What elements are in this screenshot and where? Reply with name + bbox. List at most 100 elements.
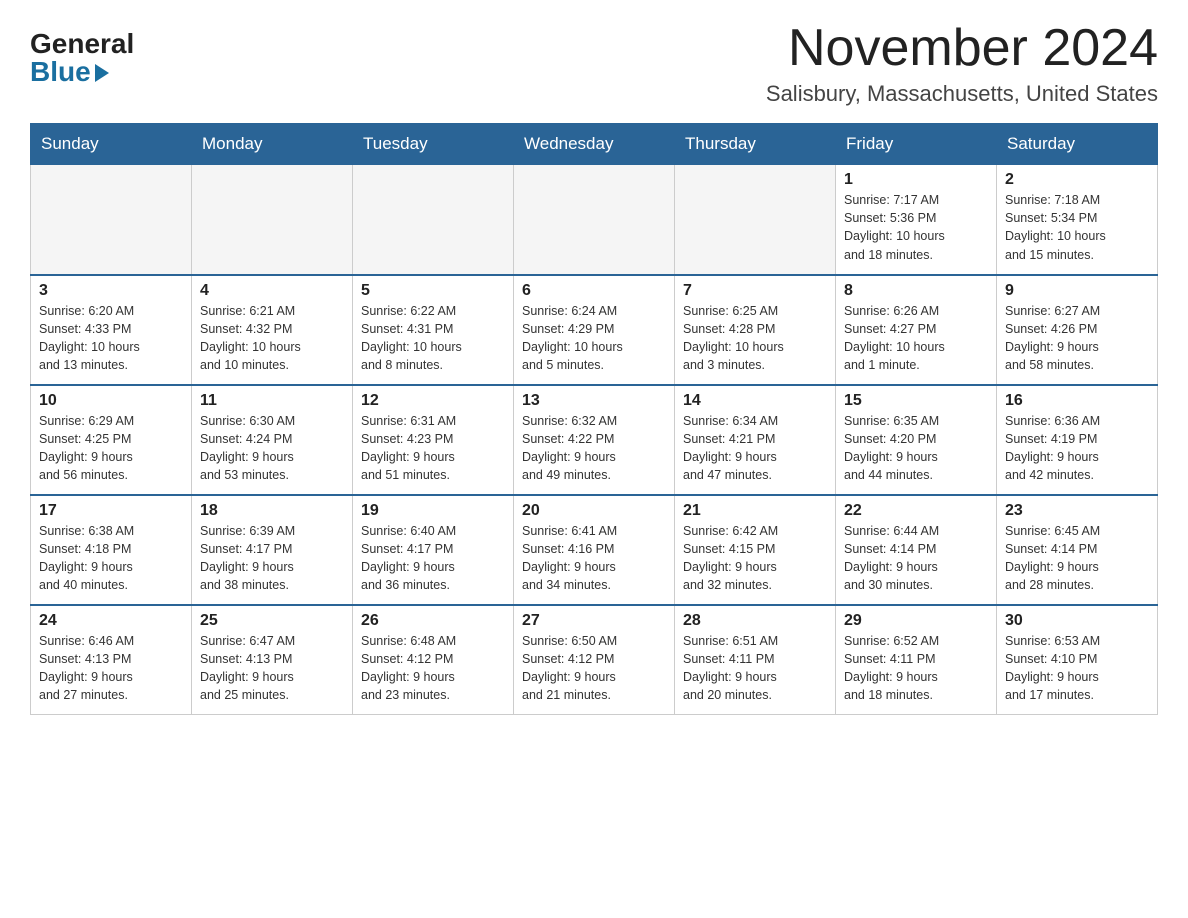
calendar-body: 1 Sunrise: 7:17 AMSunset: 5:36 PMDaylight… [31,165,1158,715]
weekday-header-wednesday: Wednesday [514,124,675,165]
day-info: Sunrise: 6:25 AMSunset: 4:28 PMDaylight:… [683,302,827,375]
day-number: 30 [1005,612,1149,630]
day-number: 15 [844,392,988,410]
day-info: Sunrise: 6:38 AMSunset: 4:18 PMDaylight:… [39,522,183,595]
day-number: 19 [361,502,505,520]
day-info: Sunrise: 6:22 AMSunset: 4:31 PMDaylight:… [361,302,505,375]
day-number: 8 [844,282,988,300]
day-info: Sunrise: 6:20 AMSunset: 4:33 PMDaylight:… [39,302,183,375]
calendar-cell: 14 Sunrise: 6:34 AMSunset: 4:21 PMDayligh… [675,385,836,495]
day-number: 27 [522,612,666,630]
day-number: 10 [39,392,183,410]
calendar-cell: 3 Sunrise: 6:20 AMSunset: 4:33 PMDaylight… [31,275,192,385]
day-number: 1 [844,171,988,189]
calendar-week-row: 10 Sunrise: 6:29 AMSunset: 4:25 PMDayligh… [31,385,1158,495]
day-number: 29 [844,612,988,630]
day-info: Sunrise: 6:50 AMSunset: 4:12 PMDaylight:… [522,632,666,705]
day-info: Sunrise: 6:53 AMSunset: 4:10 PMDaylight:… [1005,632,1149,705]
day-info: Sunrise: 6:47 AMSunset: 4:13 PMDaylight:… [200,632,344,705]
day-info: Sunrise: 6:32 AMSunset: 4:22 PMDaylight:… [522,412,666,485]
day-info: Sunrise: 6:42 AMSunset: 4:15 PMDaylight:… [683,522,827,595]
location-title: Salisbury, Massachusetts, United States [766,81,1158,107]
day-number: 21 [683,502,827,520]
calendar-cell: 6 Sunrise: 6:24 AMSunset: 4:29 PMDaylight… [514,275,675,385]
day-info: Sunrise: 6:52 AMSunset: 4:11 PMDaylight:… [844,632,988,705]
calendar-week-row: 24 Sunrise: 6:46 AMSunset: 4:13 PMDayligh… [31,605,1158,715]
day-info: Sunrise: 6:39 AMSunset: 4:17 PMDaylight:… [200,522,344,595]
day-number: 7 [683,282,827,300]
calendar-week-row: 17 Sunrise: 6:38 AMSunset: 4:18 PMDayligh… [31,495,1158,605]
month-title: November 2024 [766,20,1158,77]
calendar-cell: 27 Sunrise: 6:50 AMSunset: 4:12 PMDayligh… [514,605,675,715]
calendar-week-row: 1 Sunrise: 7:17 AMSunset: 5:36 PMDaylight… [31,165,1158,275]
day-number: 3 [39,282,183,300]
day-info: Sunrise: 6:34 AMSunset: 4:21 PMDaylight:… [683,412,827,485]
calendar-cell: 16Sunrise: 6:36 AMSunset: 4:19 PMDayligh… [997,385,1158,495]
day-number: 13 [522,392,666,410]
weekday-header-tuesday: Tuesday [353,124,514,165]
day-info: Sunrise: 7:17 AMSunset: 5:36 PMDaylight:… [844,191,988,264]
day-number: 28 [683,612,827,630]
day-info: Sunrise: 6:41 AMSunset: 4:16 PMDaylight:… [522,522,666,595]
calendar-cell [353,165,514,275]
calendar-cell: 7 Sunrise: 6:25 AMSunset: 4:28 PMDaylight… [675,275,836,385]
day-number: 25 [200,612,344,630]
day-number: 16 [1005,392,1149,410]
day-info: Sunrise: 6:21 AMSunset: 4:32 PMDaylight:… [200,302,344,375]
page-header: General Blue November 2024 Salisbury, Ma… [30,20,1158,107]
calendar-cell: 15 Sunrise: 6:35 AMSunset: 4:20 PMDayligh… [836,385,997,495]
calendar-cell: 22 Sunrise: 6:44 AMSunset: 4:14 PMDayligh… [836,495,997,605]
logo-blue-text: Blue [30,58,91,86]
day-number: 12 [361,392,505,410]
day-number: 11 [200,392,344,410]
calendar-cell: 1 Sunrise: 7:17 AMSunset: 5:36 PMDaylight… [836,165,997,275]
day-info: Sunrise: 6:27 AMSunset: 4:26 PMDaylight:… [1005,302,1149,375]
calendar-cell: 28Sunrise: 6:51 AMSunset: 4:11 PMDayligh… [675,605,836,715]
calendar-week-row: 3 Sunrise: 6:20 AMSunset: 4:33 PMDaylight… [31,275,1158,385]
calendar-cell: 9 Sunrise: 6:27 AMSunset: 4:26 PMDaylight… [997,275,1158,385]
day-number: 4 [200,282,344,300]
weekday-header-friday: Friday [836,124,997,165]
day-number: 22 [844,502,988,520]
logo-triangle-icon [95,64,109,82]
day-info: Sunrise: 6:29 AMSunset: 4:25 PMDaylight:… [39,412,183,485]
day-number: 9 [1005,282,1149,300]
calendar-cell: 21 Sunrise: 6:42 AMSunset: 4:15 PMDayligh… [675,495,836,605]
day-number: 23 [1005,502,1149,520]
title-area: November 2024 Salisbury, Massachusetts, … [766,20,1158,107]
calendar-cell [192,165,353,275]
calendar-cell: 23 Sunrise: 6:45 AMSunset: 4:14 PMDayligh… [997,495,1158,605]
day-number: 24 [39,612,183,630]
day-number: 20 [522,502,666,520]
day-info: Sunrise: 6:26 AMSunset: 4:27 PMDaylight:… [844,302,988,375]
day-info: Sunrise: 6:46 AMSunset: 4:13 PMDaylight:… [39,632,183,705]
calendar-cell: 30 Sunrise: 6:53 AMSunset: 4:10 PMDayligh… [997,605,1158,715]
calendar-header-row: SundayMondayTuesdayWednesdayThursdayFrid… [31,124,1158,165]
calendar-cell [675,165,836,275]
day-number: 18 [200,502,344,520]
day-info: Sunrise: 6:44 AMSunset: 4:14 PMDaylight:… [844,522,988,595]
day-number: 14 [683,392,827,410]
calendar-cell: 4 Sunrise: 6:21 AMSunset: 4:32 PMDaylight… [192,275,353,385]
day-number: 5 [361,282,505,300]
weekday-header-thursday: Thursday [675,124,836,165]
day-info: Sunrise: 6:24 AMSunset: 4:29 PMDaylight:… [522,302,666,375]
weekday-header-sunday: Sunday [31,124,192,165]
calendar-cell: 2Sunrise: 7:18 AMSunset: 5:34 PMDaylight… [997,165,1158,275]
calendar-cell: 10 Sunrise: 6:29 AMSunset: 4:25 PMDayligh… [31,385,192,495]
day-info: Sunrise: 6:30 AMSunset: 4:24 PMDaylight:… [200,412,344,485]
calendar-cell: 24 Sunrise: 6:46 AMSunset: 4:13 PMDayligh… [31,605,192,715]
calendar-cell: 18 Sunrise: 6:39 AMSunset: 4:17 PMDayligh… [192,495,353,605]
calendar-cell: 5 Sunrise: 6:22 AMSunset: 4:31 PMDaylight… [353,275,514,385]
day-info: Sunrise: 6:45 AMSunset: 4:14 PMDaylight:… [1005,522,1149,595]
calendar-cell: 17 Sunrise: 6:38 AMSunset: 4:18 PMDayligh… [31,495,192,605]
day-number: 6 [522,282,666,300]
calendar-table: SundayMondayTuesdayWednesdayThursdayFrid… [30,123,1158,715]
calendar-cell: 26Sunrise: 6:48 AMSunset: 4:12 PMDayligh… [353,605,514,715]
day-number: 17 [39,502,183,520]
calendar-cell: 8 Sunrise: 6:26 AMSunset: 4:27 PMDaylight… [836,275,997,385]
day-info: Sunrise: 6:35 AMSunset: 4:20 PMDaylight:… [844,412,988,485]
logo: General Blue [30,20,134,86]
calendar-cell: 25 Sunrise: 6:47 AMSunset: 4:13 PMDayligh… [192,605,353,715]
calendar-cell: 20 Sunrise: 6:41 AMSunset: 4:16 PMDayligh… [514,495,675,605]
